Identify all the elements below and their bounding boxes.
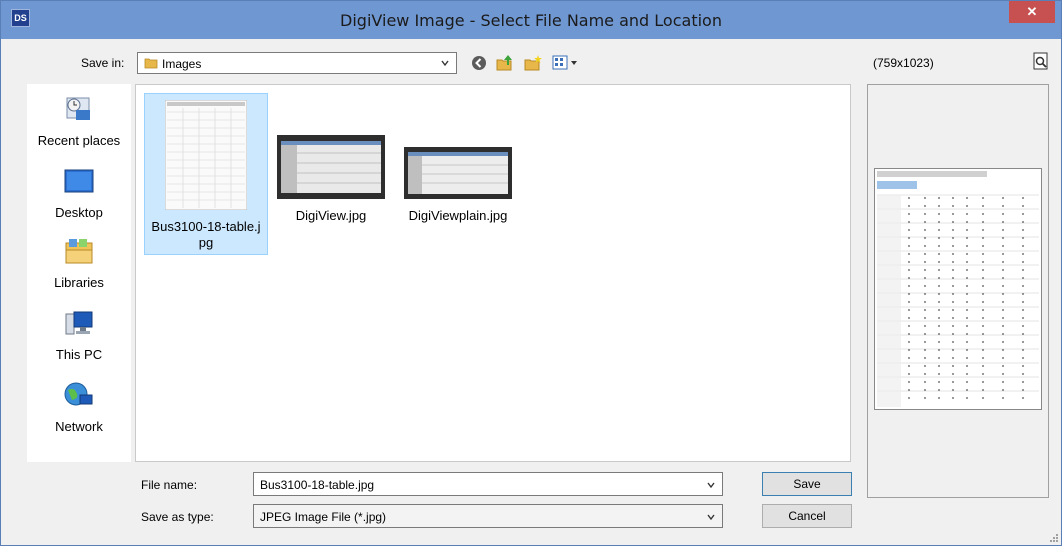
- chevron-down-icon: [441, 60, 449, 67]
- view-menu-button[interactable]: [552, 54, 582, 72]
- save-dialog-window: DS DigiView Image - Select File Name and…: [0, 0, 1062, 546]
- libraries-icon: [65, 239, 93, 264]
- file-item-digiview[interactable]: DigiView.jpg: [274, 135, 388, 224]
- place-desktop[interactable]: Desktop: [27, 164, 131, 220]
- file-list[interactable]: Bus3100-18-table.j pg DigiView.jpg DigiV…: [135, 84, 851, 462]
- preview-dimensions: (759x1023): [873, 56, 934, 70]
- save-in-value: Images: [162, 57, 202, 71]
- save-as-type-label: Save as type:: [141, 510, 214, 524]
- preview-toggle-icon[interactable]: [1031, 51, 1051, 71]
- close-button[interactable]: ✕: [1009, 1, 1055, 23]
- file-name-field[interactable]: Bus3100-18-table.jpg: [253, 472, 723, 496]
- place-label: Libraries: [54, 275, 104, 290]
- network-icon: [64, 382, 93, 406]
- file-item-bus3100-18-table[interactable]: Bus3100-18-table.j pg: [144, 93, 268, 255]
- place-label: Recent places: [37, 133, 121, 148]
- place-label: This PC: [55, 347, 103, 362]
- save-as-type-dropdown[interactable]: JPEG Image File (*.jpg): [253, 504, 723, 528]
- recent-places-icon: [66, 97, 90, 120]
- preview-image: [874, 168, 1042, 410]
- file-name-label: File name:: [141, 478, 198, 492]
- file-name: DigiViewplain.jpg: [408, 208, 508, 223]
- place-label: Desktop: [55, 205, 103, 220]
- chevron-down-icon: [707, 514, 715, 521]
- folder-icon: [144, 58, 158, 69]
- cancel-button[interactable]: Cancel: [762, 504, 852, 528]
- place-label: Network: [55, 419, 103, 434]
- place-network[interactable]: Network: [27, 378, 131, 434]
- place-libraries[interactable]: Libraries: [27, 234, 131, 290]
- save-in-dropdown[interactable]: Images: [137, 52, 457, 74]
- view-menu-icon: [552, 55, 577, 70]
- desktop-icon: [64, 169, 94, 193]
- file-thumbnail: [164, 99, 248, 211]
- file-name-line: pg: [198, 235, 214, 250]
- file-name: Bus3100-18-table.j pg: [145, 219, 267, 251]
- back-icon[interactable]: [469, 53, 489, 73]
- file-thumbnail: [404, 147, 512, 199]
- file-name-line: Bus3100-18-table.j: [151, 219, 261, 234]
- preview-thumbnail: [875, 169, 1041, 409]
- place-recent-places[interactable]: Recent places: [27, 92, 131, 148]
- save-button[interactable]: Save: [762, 472, 852, 496]
- this-pc-icon: [65, 311, 93, 335]
- file-thumbnail: [277, 135, 385, 199]
- file-name-value: Bus3100-18-table.jpg: [260, 478, 375, 492]
- save-in-label: Save in:: [81, 56, 125, 70]
- resize-grip-icon[interactable]: [1049, 533, 1059, 543]
- places-bar: Recent places Desktop Libraries This PC …: [27, 84, 131, 462]
- window-title: DigiView Image - Select File Name and Lo…: [340, 11, 722, 30]
- up-folder-icon[interactable]: [495, 53, 515, 73]
- chevron-down-icon[interactable]: [706, 480, 716, 490]
- save-as-type-value: JPEG Image File (*.jpg): [260, 510, 387, 524]
- file-name: DigiView.jpg: [295, 208, 367, 223]
- place-this-pc[interactable]: This PC: [27, 306, 131, 362]
- file-item-digiviewplain[interactable]: DigiViewplain.jpg: [396, 147, 520, 224]
- new-folder-icon[interactable]: [523, 53, 543, 73]
- title-bar[interactable]: DS DigiView Image - Select File Name and…: [1, 1, 1061, 39]
- preview-pane: [867, 84, 1049, 498]
